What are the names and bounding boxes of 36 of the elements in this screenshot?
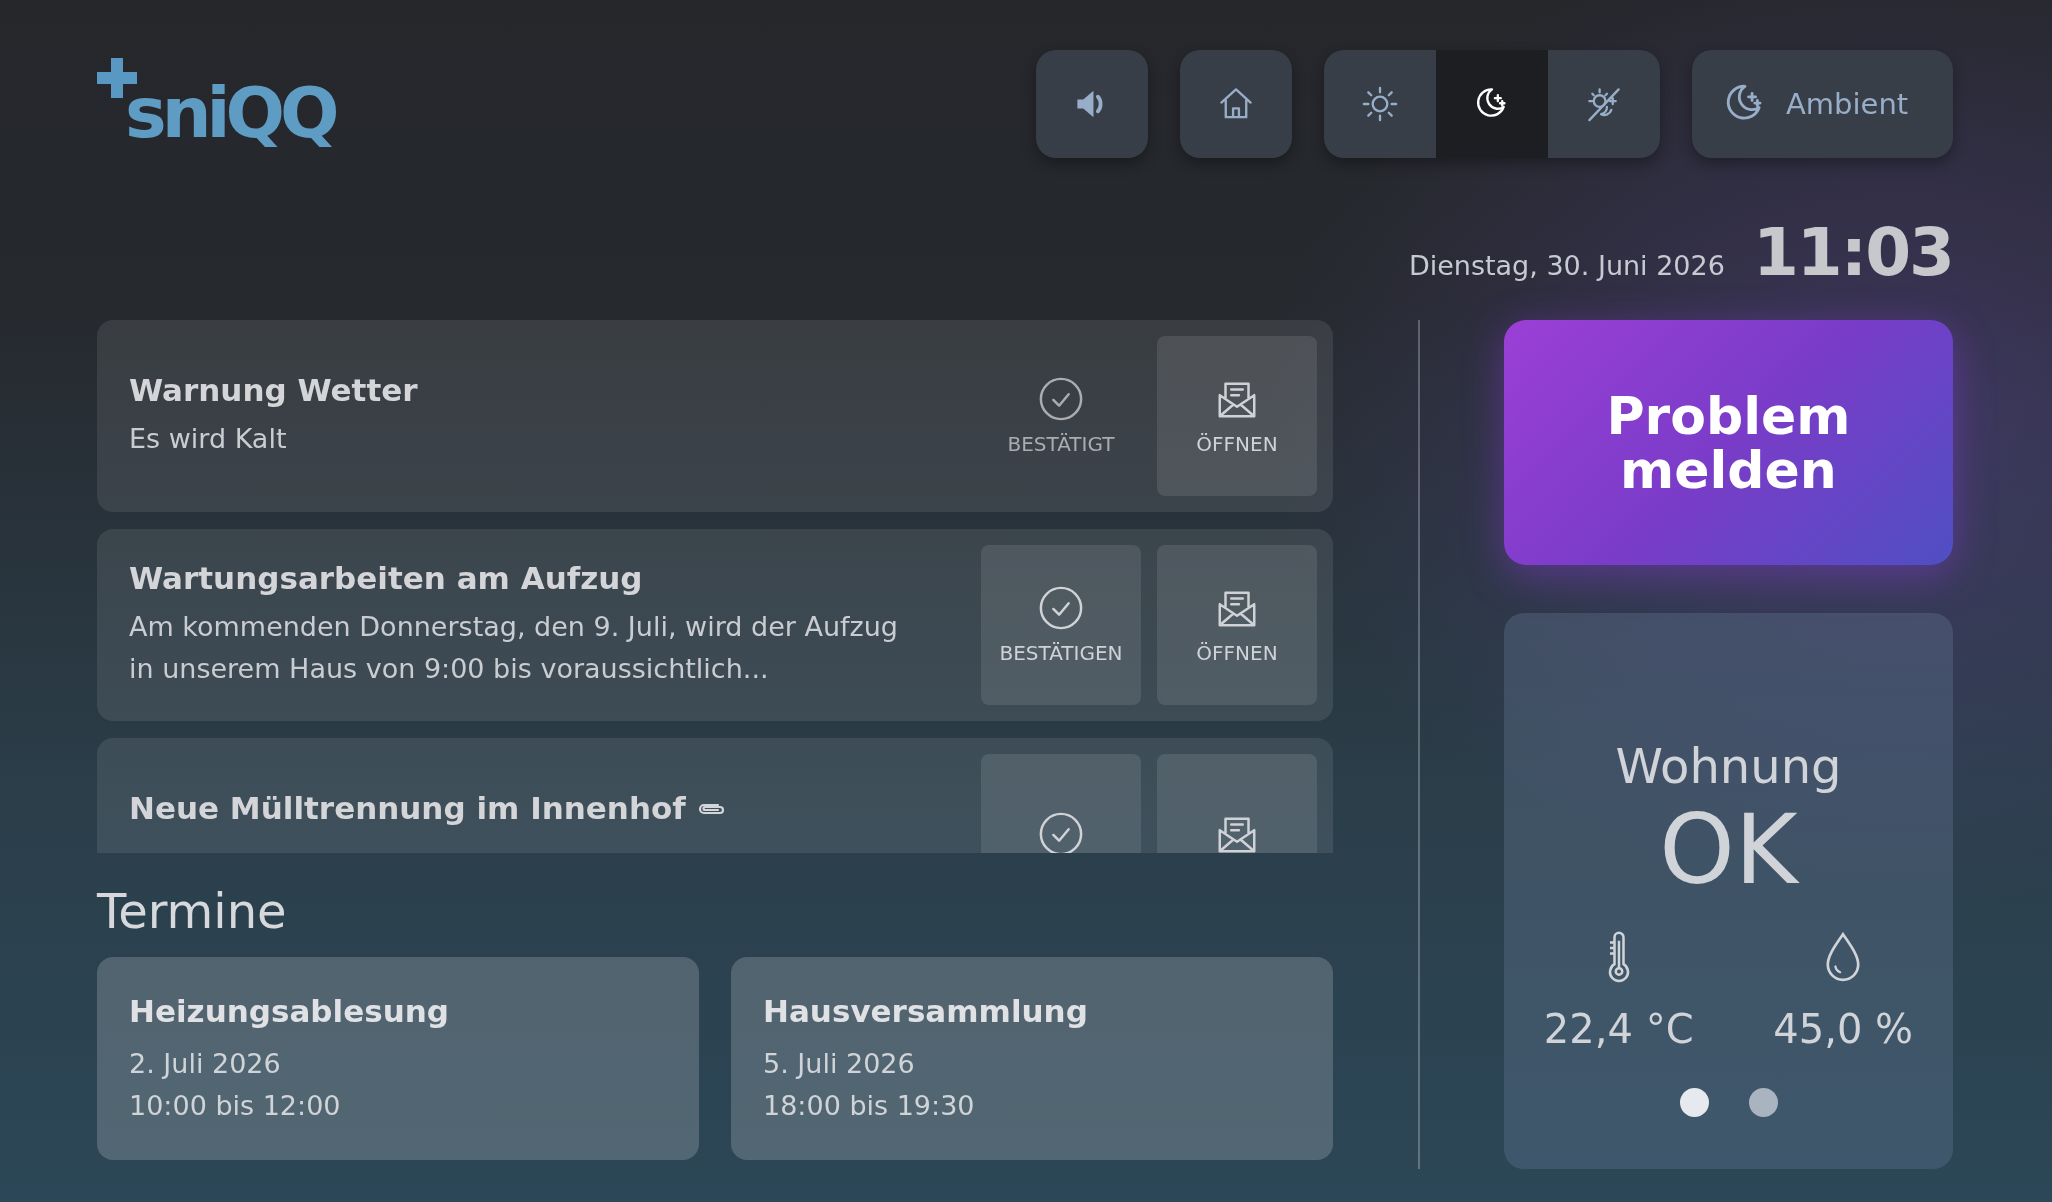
sun-icon [1361,85,1399,123]
check-circle-icon [1038,376,1084,422]
appointment-card[interactable]: Heizungsablesung 2. Juli 2026 10:00 bis 12:00 [97,957,699,1160]
appointment-date: 5. Juli 2026 [763,1047,916,1081]
page-indicator-dot[interactable] [1679,1087,1709,1117]
ambient-button[interactable]: Ambient [1692,50,1953,158]
open-button[interactable]: ÖFFNEN [1157,545,1317,705]
appointment-title: Hausversammlung [763,993,1089,1029]
confirmed-status[interactable]: BESTÄTIGT [981,336,1141,496]
volume-button[interactable] [1036,50,1148,158]
date-text: Dienstag, 30. Juni 2026 [1408,250,1725,281]
status-value: OK [1659,798,1798,904]
report-problem-button[interactable]: Problem melden [1504,320,1953,565]
appointment-date: 2. Juli 2026 [129,1047,282,1081]
open-button[interactable]: ÖFFNEN [1157,336,1317,496]
logo-text: sniQQ [125,78,335,148]
appointment-title: Heizungsablesung [129,993,450,1029]
section-heading: Termine [97,883,288,939]
check-circle-icon [1038,585,1084,631]
message-title: Warnung Wetter [129,372,418,408]
sun-moon-crossed-icon [1585,85,1623,123]
temperature-value: 22,4 °C [1543,1005,1694,1052]
appointment-time: 10:00 bis 12:00 [129,1089,342,1123]
confirm-button[interactable]: BESTÄTIGEN [981,545,1141,705]
home-button[interactable] [1180,50,1292,158]
message-title: Neue Mülltrennung im Innenhof [129,790,686,826]
message-body: Am kommenden Donnerstag, den 9. Juli, wird der Aufzug in unserem Haus von 9:00 bis voraussichtlich... [129,610,899,686]
message-title: Wartungsarbeiten am Aufzug [129,560,643,596]
message-body: Es wird Kalt [129,422,288,456]
appointment-time: 18:00 bis 19:30 [763,1089,976,1123]
clock-time: 11:03 [1752,214,1953,291]
humidity-value: 45,0 % [1773,1005,1914,1052]
status-title: Wohnung [1615,738,1842,794]
mode-button[interactable] [1436,50,1548,158]
page-indicator-dot[interactable] [1748,1087,1778,1117]
appointment-card[interactable]: Hausversammlung 5. Juli 2026 18:00 bis 19:30 [731,957,1333,1160]
